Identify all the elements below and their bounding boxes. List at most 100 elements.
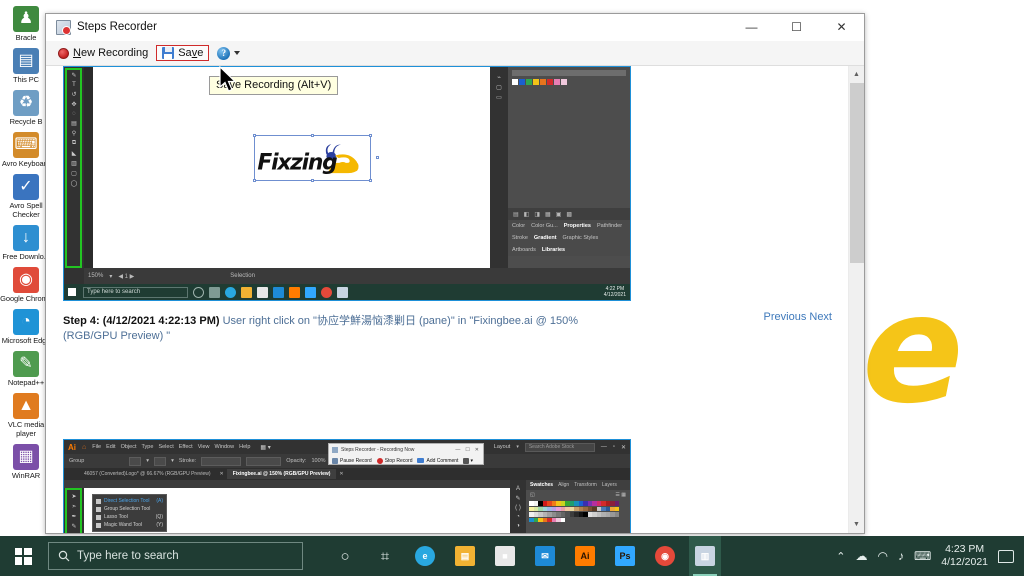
context-menu-item-0[interactable]: Direct Selection Tool (A) [93,497,166,505]
ai-menu-effect[interactable]: Effect [179,444,193,450]
type-tool-icon[interactable]: T [72,82,76,88]
eyedropper-tool-icon[interactable]: ⚲ [72,130,76,137]
context-menu-item-3[interactable]: Magic Wand Tool (Y) [93,521,166,529]
captured-mail-icon-top[interactable] [273,286,284,298]
context-menu-item-2[interactable]: Lasso Tool (Q) [93,513,166,521]
properties-rail-icon[interactable]: ⌁ [497,74,501,81]
swatches-tab-transform[interactable]: Transform [574,482,597,488]
document-tab-0-close-icon[interactable]: ✕ [217,471,227,477]
captured-explorer-icon-top[interactable] [241,286,252,298]
swatch-3-7[interactable] [560,517,565,522]
properties-rail-icon-bottom[interactable]: A [516,486,520,492]
swatch-grid[interactable] [526,500,626,523]
new-recording-button[interactable]: New Recording [52,45,154,61]
captured-chrome-icon-top[interactable] [321,286,332,298]
panel-tab-1[interactable]: Color Gu... [531,223,558,229]
captured-illustrator-icon-top[interactable] [289,286,300,298]
panel-icon-5[interactable]: ▣ [556,211,562,218]
panel-icon-6[interactable]: ▩ [566,211,572,218]
scroll-up-button[interactable]: ▲ [848,66,864,83]
warp-tool-icon[interactable]: ◌ [72,111,76,117]
captured-taskview-icon-top[interactable] [209,286,220,298]
selection-bounding-box[interactable]: Fixzing ee [253,134,379,182]
direct-selection-tool-icon[interactable]: ➣ [71,503,76,510]
volume-icon[interactable]: ♪ [898,549,904,563]
artboards-rail-icon[interactable]: ▢ [496,84,502,91]
overlay-comment-button[interactable]: Add Comment [417,458,458,464]
fill-stroke-indicator[interactable]: ◱ [530,492,535,498]
network-icon[interactable]: ◠ [877,549,887,563]
minimize-button[interactable]: — [729,14,774,40]
swatches-tab-layers[interactable]: Layers [602,482,617,488]
search-input[interactable]: Type here to search [48,542,303,570]
panel-tab-0[interactable]: Color [512,223,525,229]
taskbar-icon-chrome[interactable]: ◉ [649,536,681,576]
zoom-tool-icon[interactable]: ◯ [71,180,78,187]
panel-icon-4[interactable]: ▦ [545,211,551,218]
libraries-rail-icon[interactable]: ▭ [496,94,502,101]
previous-link[interactable]: Previous [764,311,807,323]
overlay-close-button[interactable]: ✕ [475,447,479,453]
ai-menu-file[interactable]: File [92,444,101,450]
taskbar-icon-explorer[interactable]: ▤ [449,536,481,576]
scrollbar-track[interactable] [848,83,864,516]
overlay-maximize-button[interactable]: ☐ [465,447,469,453]
panel-tab-r3-1[interactable]: Libraries [542,247,565,253]
start-button[interactable] [0,536,46,576]
panel-tab-r2-1[interactable]: Gradient [534,235,557,241]
ai-menu-view[interactable]: View [198,444,210,450]
artboard-nav[interactable]: ◀ 1 ▶ [118,273,134,280]
selection-tool-icon[interactable]: ➤ [71,493,76,500]
captured-start-button-top[interactable] [64,284,80,300]
taskbar-icon-edge[interactable]: e [409,536,441,576]
save-button[interactable]: Save [156,45,210,61]
panel-tab-3[interactable]: Pathfinder [597,223,622,229]
captured-edge-icon-top[interactable] [225,286,236,298]
taskbar-icon-store[interactable]: ■ [489,536,521,576]
brushes-rail-icon[interactable]: ✎ [515,495,520,502]
captured-maximize-icon[interactable]: ▫ [613,444,615,450]
zoom-dropdown-caret[interactable]: ▾ [109,273,112,280]
stroke-swatch[interactable] [154,456,167,466]
help-button[interactable]: ? [211,45,246,62]
captured-close-icon[interactable]: ✕ [621,444,626,451]
captured-recorder-icon-top[interactable] [337,286,348,298]
swatch-view-list-icon[interactable]: ☰ ▦ [615,492,626,498]
captured-search-top[interactable]: Type here to search [83,286,188,298]
overlay-settings-button[interactable]: ▾ [463,457,473,464]
taskbar-icon-steps-recorder[interactable]: ▥ [689,536,721,576]
workspace-caret-icon[interactable]: ▾ [516,444,519,450]
fill-caret-icon[interactable]: ▾ [146,458,149,464]
action-center-icon[interactable] [998,549,1014,563]
swatches-tab-align[interactable]: Align [558,482,569,488]
cortana-icon[interactable]: ○ [329,536,361,576]
taskbar-icon-photoshop[interactable]: Ps [609,536,641,576]
swatches-tab-swatches[interactable]: Swatches [530,482,553,488]
blend-tool-icon[interactable]: ⧉ [72,140,76,147]
captured-cortana-icon-top[interactable] [193,286,204,298]
document-tab-1-close-icon[interactable]: ✕ [336,471,346,477]
panel-tab-r3-0[interactable]: Artboards [512,247,536,253]
panel-icon-3[interactable]: ◨ [534,211,540,218]
stroke-weight-field[interactable] [201,456,242,466]
overlay-stop-button[interactable]: Stop Record [376,457,412,464]
taskbar-icon-mail[interactable]: ✉ [529,536,561,576]
document-tab-0[interactable]: 46057 (Converted)Logo* @ 66.67% (RGB/GPU… [78,469,217,479]
scale-tool-icon[interactable]: ✥ [71,101,76,108]
scroll-down-button[interactable]: ▼ [848,516,864,533]
close-button[interactable]: ✕ [819,14,864,40]
ai-menu-select[interactable]: Select [158,444,173,450]
pen-tool-icon-bottom[interactable]: ✒ [71,513,76,520]
captured-photoshop-icon-top[interactable] [305,286,316,298]
gradient-tool-icon[interactable]: ▤ [71,120,77,127]
context-menu-item-1[interactable]: Group Selection Tool [93,505,166,513]
artboards-rail-icon-bottom[interactable]: ▢ [515,532,521,533]
maximize-button[interactable]: ☐ [774,14,819,40]
stroke-caret-icon[interactable]: ▾ [171,458,174,464]
task-view-icon[interactable]: ⌗ [369,536,401,576]
opacity-value[interactable]: 100% [311,458,325,464]
shaper-tool-icon[interactable]: ◣ [72,150,77,157]
tray-chevron-icon[interactable]: ⌃ [836,550,845,563]
ai-menu-type[interactable]: Type [142,444,154,450]
pen-tool-icon[interactable]: ✎ [71,72,76,79]
